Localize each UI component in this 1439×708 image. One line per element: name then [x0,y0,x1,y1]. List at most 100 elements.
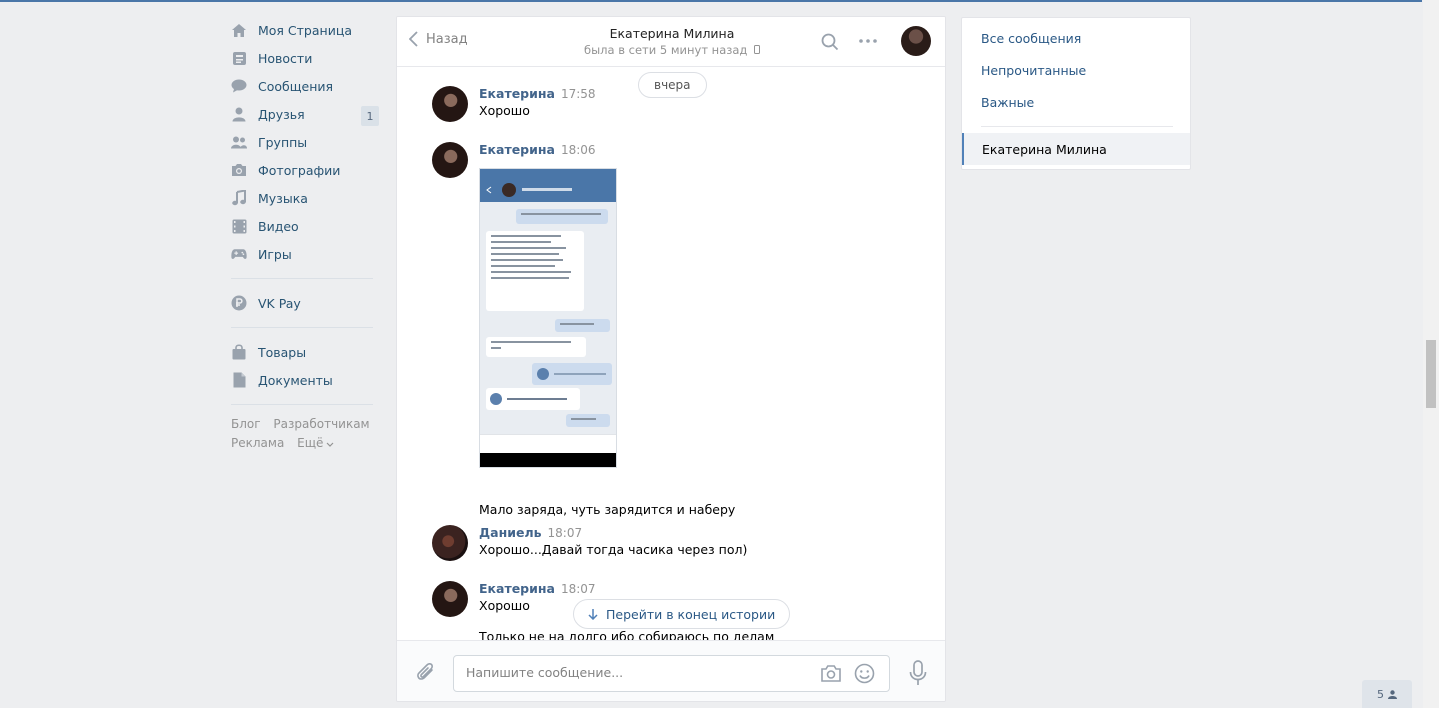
peer-name: Екатерина Милина [609,26,735,41]
sidebar-item-games[interactable]: Игры [229,240,379,268]
sidebar-item-label: Товары [258,344,307,360]
filter-important[interactable]: Важные [981,95,1034,110]
sidebar-item-documents[interactable]: Документы [229,366,379,394]
video-icon [231,218,247,234]
peer-avatar[interactable] [901,26,931,56]
footer-link-ads[interactable]: Реклама [231,436,284,450]
microphone-icon[interactable] [909,660,927,686]
message-author[interactable]: Екатерина [479,142,555,157]
sidebar-divider [231,278,373,279]
message-text: Хорошо [479,598,530,613]
sidebar-item-label: Сообщения [258,78,334,94]
sidebar-item-label: Видео [258,218,299,234]
sidebar-divider [231,404,373,405]
sidebar-item-label: Музыка [258,190,308,206]
sidebar-item-label: VK Pay [258,295,301,311]
back-button[interactable]: Назад [409,31,468,47]
sidebar-item-news[interactable]: Новости [229,44,379,72]
sidebar-item-label: Моя Страница [258,22,352,38]
footer-link-more[interactable]: Ещё [297,436,334,450]
sidebar-item-groups[interactable]: Группы [229,128,379,156]
avatar[interactable] [432,86,468,122]
person-icon [1388,689,1397,699]
date-divider: вчера [638,72,707,98]
camera-icon [231,162,247,178]
friends-count-badge: 1 [361,106,379,126]
sidebar-item-label: Новости [258,50,313,66]
sidebar-footer: Блог Разработчикам Реклама Ещё [229,415,379,453]
online-friends-count: 5 [1377,687,1384,701]
sidebar-item-video[interactable]: Видео [229,212,379,240]
message-history[interactable]: вчера Екатерина 17:58 Хорошо Екатерина 18:… [397,68,945,640]
message-time[interactable]: 17:58 [561,87,596,101]
music-icon [231,190,247,206]
chevron-down-icon [326,442,334,447]
footer-link-developers[interactable]: Разработчикам [273,417,369,431]
vkpay-icon [231,295,247,311]
filter-divider [981,126,1173,127]
footer-link-blog[interactable]: Блог [231,417,261,431]
message-filters: Все сообщения Непрочитанные Важные Екате… [961,17,1191,170]
emoji-icon[interactable] [854,663,875,684]
scrollbar-thumb[interactable] [1426,340,1436,408]
sidebar-item-label: Документы [258,372,333,388]
online-friends-button[interactable]: 5 [1362,680,1412,708]
sidebar-item-goods[interactable]: Товары [229,338,379,366]
filter-unread[interactable]: Непрочитанные [981,63,1086,78]
avatar[interactable] [432,581,468,617]
left-sidebar: Моя Страница Новости Сообщения Друзья 1 … [229,16,379,453]
sidebar-item-messages[interactable]: Сообщения [229,72,379,100]
news-icon [231,50,247,66]
message-text: Мало заряда, чуть зарядится и наберу [479,502,736,517]
sidebar-item-my-page[interactable]: Моя Страница [229,16,379,44]
chat-panel: Назад Екатерина Милина была в сети 5 мин… [396,16,946,702]
jump-to-end-label: Перейти в конец истории [606,606,776,622]
gamepad-icon [231,246,247,262]
peer-status-text: была в сети 5 минут назад [583,43,748,57]
message-time[interactable]: 18:07 [548,526,583,540]
filter-all-messages[interactable]: Все сообщения [981,31,1081,46]
groups-icon [231,134,247,150]
more-icon[interactable] [859,39,877,43]
message-time[interactable]: 18:07 [561,582,596,596]
paperclip-icon[interactable] [416,661,436,683]
sidebar-item-music[interactable]: Музыка [229,184,379,212]
photo-attachment[interactable] [479,168,617,468]
message-author[interactable]: Екатерина [479,581,555,596]
sidebar-item-photos[interactable]: Фотографии [229,156,379,184]
top-accent-bar [0,0,1422,2]
sidebar-item-label: Друзья [258,106,305,122]
sidebar-item-label: Фотографии [258,162,341,178]
message-author[interactable]: Екатерина [479,86,555,101]
peer-status: была в сети 5 минут назад [567,43,777,57]
document-icon [231,372,247,388]
message-author[interactable]: Даниель [479,525,542,540]
avatar[interactable] [432,142,468,178]
message-text: Только не на долго ибо собираюсь по дела… [479,629,775,640]
sidebar-divider [231,327,373,328]
message-input-box [453,655,890,692]
message-time[interactable]: 18:06 [561,143,596,157]
message-input[interactable] [466,665,806,680]
sidebar-item-label: Игры [258,246,292,262]
bag-icon [231,344,247,360]
search-icon[interactable] [821,33,839,51]
footer-more-label: Ещё [297,436,324,450]
avatar[interactable] [432,525,468,561]
message-text: Хорошо...Давай тогда часика через пол) [479,542,748,557]
messages-icon [231,78,247,94]
mobile-icon [754,45,761,54]
message-text: Хорошо [479,103,530,118]
sidebar-item-friends[interactable]: Друзья 1 [229,100,379,128]
message-composer [397,640,945,701]
sidebar-item-label: Группы [258,134,308,150]
peer-info[interactable]: Екатерина Милина была в сети 5 минут наз… [567,26,777,57]
friends-icon [231,106,247,122]
chevron-left-icon [409,31,418,47]
jump-to-end-button[interactable]: Перейти в конец истории [573,599,791,629]
sidebar-item-vkpay[interactable]: VK Pay [229,289,379,317]
camera-icon[interactable] [820,664,842,683]
active-conversation[interactable]: Екатерина Милина [962,133,1190,165]
home-icon [231,22,247,38]
back-label: Назад [426,31,468,47]
